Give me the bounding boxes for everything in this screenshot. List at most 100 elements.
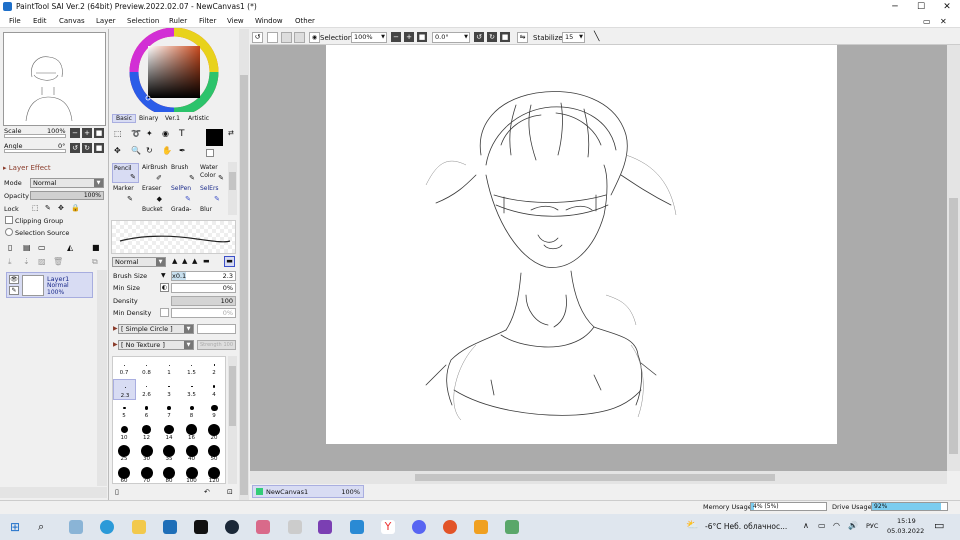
brush-size-cell[interactable]: 70 (136, 465, 159, 483)
pencil-icon[interactable]: ✎ (9, 286, 19, 295)
line-tool-icon[interactable]: ╲ (594, 32, 599, 42)
brush-size-cell[interactable]: 6 (136, 400, 159, 422)
brush-size-cell[interactable]: 80 (158, 465, 181, 483)
opacity-slider[interactable]: 100% (30, 191, 104, 200)
search-icon[interactable]: ⌕ (38, 520, 44, 534)
clipping-group-checkbox[interactable] (5, 216, 13, 224)
clock-date[interactable]: 05.03.2022 (887, 527, 924, 535)
canvas-restore-icon[interactable]: ▭ (923, 17, 931, 26)
tab-ver1[interactable]: Ver.1 (165, 115, 180, 122)
scroll-thumb[interactable] (949, 198, 958, 454)
brush-texture-select[interactable]: [ No Texture ] ▼ (118, 340, 194, 350)
canvas-zoom-reset-button[interactable]: ■ (417, 32, 427, 42)
edge-icon[interactable] (100, 520, 114, 534)
tool-marker[interactable]: Marker ✎ (112, 185, 139, 203)
file-explorer-icon[interactable] (132, 520, 146, 534)
text-tool-icon[interactable]: T (179, 129, 185, 139)
brush-size-cell[interactable]: 1.5 (181, 357, 204, 379)
brush-edge-hard-icon[interactable]: ▲ (192, 257, 197, 265)
clear-layer-icon[interactable]: ▨ (38, 257, 46, 266)
menu-filter[interactable]: Filter (199, 17, 216, 25)
tool-airbrush[interactable]: AirBrush ✐ (141, 163, 168, 183)
zoom-select[interactable]: 100% ▼ (351, 32, 387, 43)
scroll-thumb[interactable] (229, 366, 236, 426)
tool-selers[interactable]: SelErs ✎ (199, 185, 226, 203)
brush-size-slider[interactable]: x0.1 2.3 (171, 271, 236, 281)
brush-mode-select[interactable]: Normal ▼ (112, 257, 166, 267)
app-icon[interactable] (474, 520, 488, 534)
toggle-view-button[interactable] (267, 32, 278, 43)
color-wheel[interactable] (122, 27, 226, 117)
menu-selection[interactable]: Selection (127, 17, 159, 25)
tool-watercolor[interactable]: Water Color ✎ (199, 163, 226, 183)
brush-size-cell[interactable]: 60 (113, 465, 136, 483)
swap-colors-icon[interactable]: ⇄ (228, 129, 234, 137)
tool-gradation[interactable]: Grada- (170, 206, 197, 215)
layer-options-icon[interactable]: ■ (92, 243, 100, 252)
dropbox-icon[interactable] (194, 520, 208, 534)
scroll-thumb[interactable] (415, 474, 775, 481)
angle-select[interactable]: 0.0° ▼ (432, 32, 470, 43)
tool-eraser[interactable]: Eraser ◆ (141, 185, 168, 203)
min-density-pressure-icon[interactable] (160, 308, 169, 317)
magic-wand-icon[interactable]: ✦ (146, 129, 153, 138)
chevron-up-icon[interactable]: ∧ (803, 521, 809, 530)
hand-icon[interactable]: ✋ (162, 146, 172, 155)
brush-size-cell[interactable]: 3.5 (181, 379, 204, 401)
rotate-left-button[interactable]: ↺ (70, 143, 80, 153)
layer-mode-select[interactable]: Normal ▼ (30, 178, 104, 188)
canvas-zoom-out-button[interactable]: − (391, 32, 401, 42)
new-raster-icon[interactable]: ▤ (23, 243, 31, 252)
brush-size-cell[interactable]: 7 (158, 400, 181, 422)
tool-brush[interactable]: Brush ✎ (170, 163, 197, 183)
density-slider[interactable]: 100 (171, 296, 236, 306)
menu-file[interactable]: File (9, 17, 21, 25)
chevron-right-icon[interactable]: ▶ (113, 325, 118, 332)
menu-other[interactable]: Other (295, 17, 315, 25)
min-size-pressure-icon[interactable]: ◐ (160, 283, 169, 292)
foreground-color-swatch[interactable] (206, 129, 223, 146)
onenote-icon[interactable] (318, 520, 332, 534)
layer-mask-icon[interactable]: ◭ (67, 243, 73, 252)
tab-basic[interactable]: Basic (112, 114, 136, 123)
canvas-rotate-reset-button[interactable]: ■ (500, 32, 510, 42)
app-icon[interactable] (443, 520, 457, 534)
brush-edge-hardest-icon[interactable]: ▬ (224, 256, 235, 267)
brush-size-cell[interactable]: 16 (181, 422, 204, 444)
canvas-vscrollbar[interactable] (947, 45, 960, 471)
brush-size-cell[interactable]: 4 (203, 379, 225, 401)
brush-shape-strength[interactable] (197, 324, 236, 334)
brush-size-cell[interactable]: 9 (203, 400, 225, 422)
selection-source-radio[interactable] (5, 228, 13, 236)
brush-size-cell[interactable]: 8 (181, 400, 204, 422)
brush-size-cell[interactable]: 40 (181, 443, 204, 465)
lock-paint-icon[interactable]: ✎ (45, 204, 51, 212)
layer-effect-header[interactable]: ▸ Layer Effect (3, 164, 51, 172)
scroll-thumb[interactable] (240, 75, 248, 495)
redo-icon[interactable]: ⊡ (227, 488, 233, 496)
apply-mask-icon[interactable]: ⧉ (92, 257, 98, 267)
pen-app-icon[interactable] (288, 520, 302, 534)
lock-transparency-icon[interactable]: ⬚ (32, 204, 39, 212)
brush-size-cell[interactable]: 30 (136, 443, 159, 465)
yandex-browser-icon[interactable]: Y (381, 520, 395, 534)
brush-edge-harder-icon[interactable]: ▬ (203, 257, 210, 265)
chevron-right-icon[interactable]: ▶ (113, 341, 118, 348)
brush-size-cell[interactable]: 2.6 (136, 379, 159, 401)
weather-icon[interactable]: ⛅ (686, 520, 698, 531)
canvas-tab[interactable]: NewCanvas1 100% (252, 485, 364, 498)
brush-size-cell[interactable]: 5 (113, 400, 136, 422)
layer-hscrollbar[interactable] (0, 487, 107, 498)
zoom-reset-button[interactable]: ■ (94, 128, 104, 138)
canvas-rotate-left-button[interactable]: ↺ (474, 32, 484, 42)
flip-horizontal-icon[interactable]: ⇋ (517, 32, 528, 43)
brush-size-cell[interactable]: 2 (203, 357, 225, 379)
volume-icon[interactable]: 🔊 (848, 521, 858, 530)
steam-icon[interactable] (225, 520, 239, 534)
brush-size-cell[interactable]: 35 (158, 443, 181, 465)
shape-icon[interactable]: ◉ (162, 129, 169, 138)
angle-slider[interactable] (4, 149, 66, 153)
stabilizer-select[interactable]: 15 ▼ (562, 32, 585, 43)
app-icon[interactable] (256, 520, 270, 534)
tool-pencil[interactable]: Pencil ✎ (112, 163, 139, 183)
